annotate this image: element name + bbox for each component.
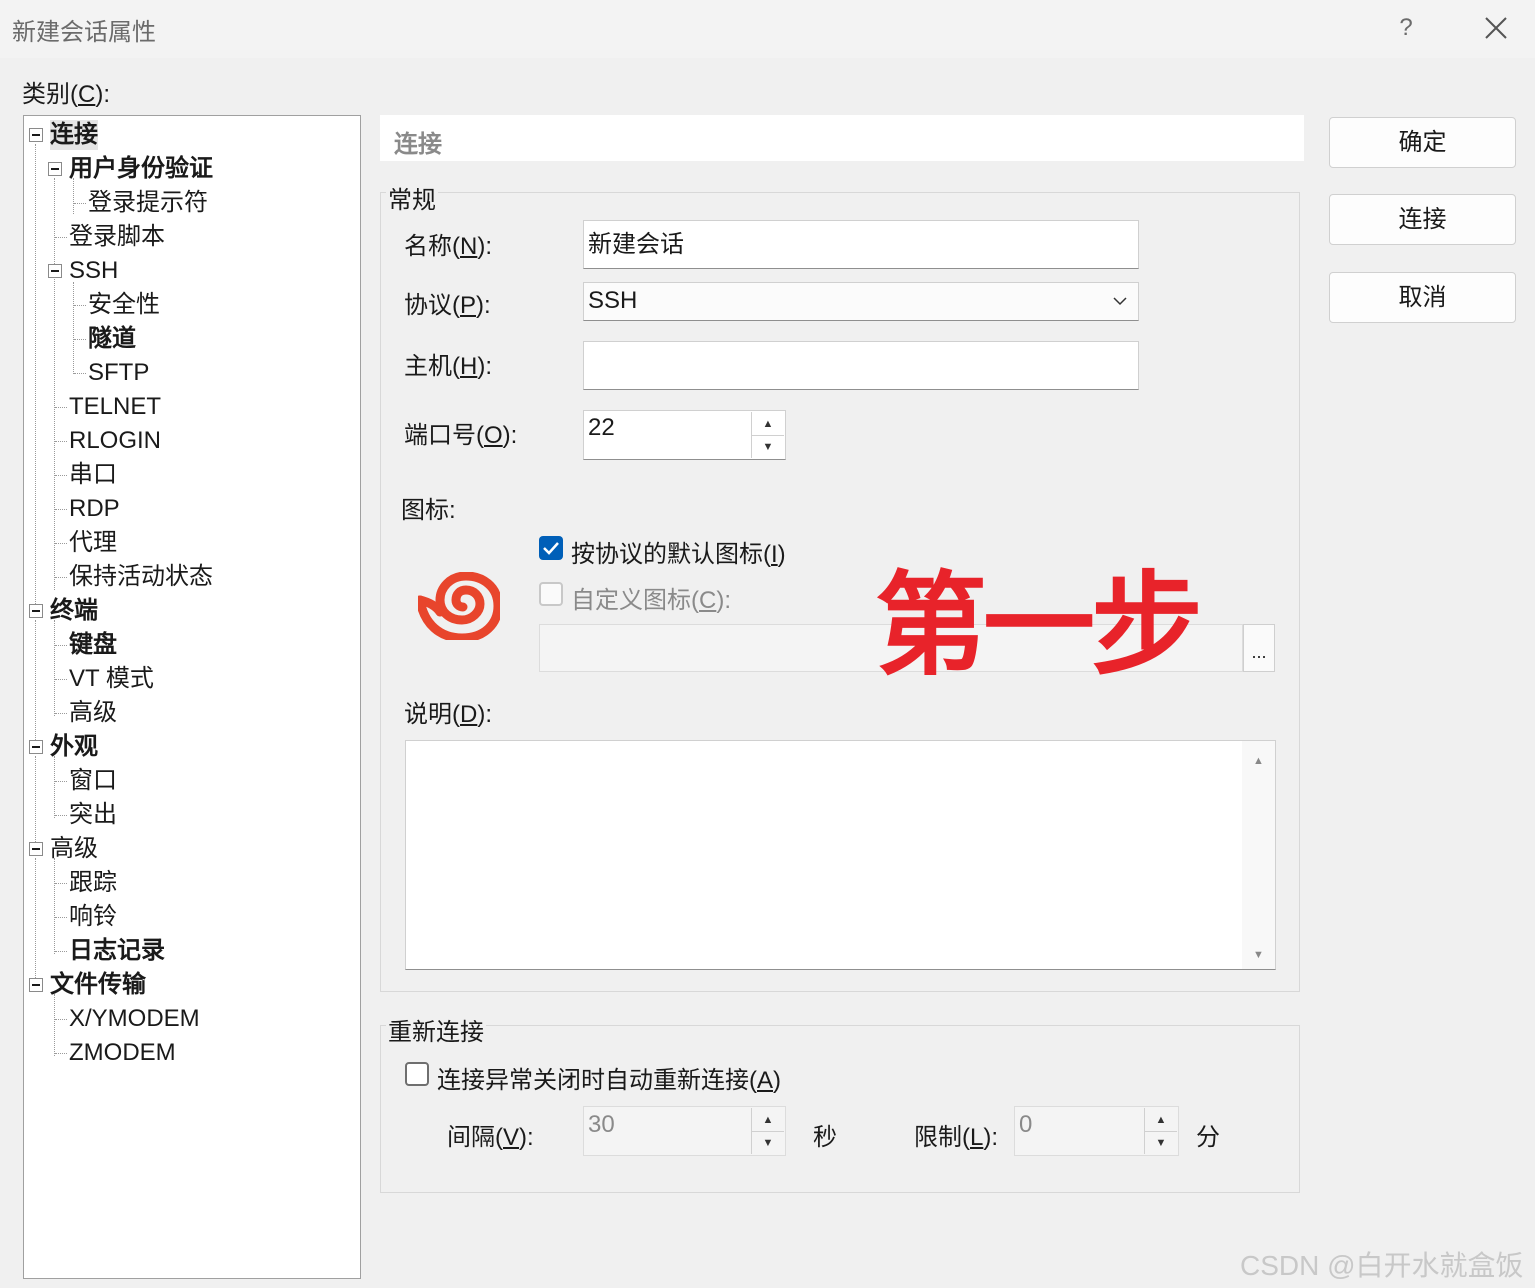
limit-stepper[interactable]: 0 ▲ ▼: [1014, 1106, 1179, 1156]
protocol-select[interactable]: SSH: [583, 282, 1139, 321]
scroll-down-icon[interactable]: ▼: [1253, 949, 1264, 961]
tree-collapse-toggle[interactable]: [48, 264, 62, 278]
protocol-shell-icon: [418, 572, 500, 640]
tree-item[interactable]: SSH: [69, 256, 118, 286]
name-label: 名称(N):: [404, 233, 493, 260]
tree-item[interactable]: 保持活动状态: [69, 562, 213, 592]
tree-item[interactable]: ZMODEM: [69, 1038, 176, 1068]
chevron-down-icon: [1113, 297, 1127, 306]
port-up-button[interactable]: ▲: [752, 412, 784, 436]
tree-item[interactable]: SFTP: [88, 358, 149, 388]
step-annotation: 第一步: [875, 561, 1203, 691]
tree-item[interactable]: 串口: [69, 460, 117, 490]
tree-collapse-toggle[interactable]: [29, 604, 43, 618]
ok-button[interactable]: 确定: [1329, 117, 1516, 168]
close-button[interactable]: [1474, 8, 1518, 48]
tree-item[interactable]: 代理: [69, 528, 117, 558]
description-textarea[interactable]: [405, 740, 1276, 970]
port-stepper[interactable]: 22 ▲ ▼: [583, 410, 786, 460]
tree-item[interactable]: 窗口: [69, 766, 117, 796]
tree-item[interactable]: 登录脚本: [69, 222, 165, 252]
tree-item[interactable]: 安全性: [88, 290, 160, 320]
check-icon: [543, 542, 559, 555]
tree-item[interactable]: 高级: [50, 834, 98, 864]
tree-item[interactable]: 响铃: [69, 902, 117, 932]
auto-reconnect-checkbox[interactable]: [405, 1062, 429, 1086]
close-icon: [1485, 17, 1507, 39]
tree-item[interactable]: 登录提示符: [88, 188, 208, 218]
tree-item[interactable]: 连接: [50, 120, 98, 150]
description-scrollbar[interactable]: ▲ ▼: [1242, 741, 1275, 969]
tree-item[interactable]: 隧道: [88, 324, 136, 354]
reconnect-group-title: 重新连接: [386, 1012, 486, 1047]
protocol-label: 协议(P):: [404, 292, 491, 319]
scroll-up-icon[interactable]: ▲: [1253, 755, 1264, 767]
description-label: 说明(D):: [404, 701, 493, 728]
help-button[interactable]: ?: [1386, 10, 1426, 46]
interval-value: 30: [588, 1111, 615, 1138]
host-label: 主机(H):: [404, 353, 493, 380]
browse-icon-button[interactable]: ...: [1243, 624, 1275, 672]
port-value: 22: [588, 414, 615, 441]
default-icon-label[interactable]: 按协议的默认图标(I): [571, 534, 786, 569]
tree-item[interactable]: TELNET: [69, 392, 161, 422]
tree-collapse-toggle[interactable]: [29, 978, 43, 992]
tree-item[interactable]: 跟踪: [69, 868, 117, 898]
interval-down-button[interactable]: ▼: [752, 1131, 784, 1154]
panel-header-title: 连接: [394, 131, 442, 158]
limit-unit: 分: [1196, 1124, 1220, 1151]
category-tree[interactable]: 连接用户身份验证登录提示符登录脚本 SSH 安全性隧道 SFTP TELNET RLOGI…: [23, 115, 361, 1279]
tree-item[interactable]: 外观: [50, 732, 98, 762]
tree-item[interactable]: RDP: [69, 494, 120, 524]
connect-button[interactable]: 连接: [1329, 194, 1516, 245]
auto-reconnect-label[interactable]: 连接异常关闭时自动重新连接(A): [437, 1060, 781, 1095]
limit-label: 限制(L):: [914, 1124, 999, 1151]
category-label: 类别(C):: [22, 81, 111, 108]
tree-item[interactable]: 突出: [69, 800, 117, 830]
watermark: CSDN @白开水就盒饭: [1240, 1250, 1524, 1281]
tree-collapse-toggle[interactable]: [29, 842, 43, 856]
window-title: 新建会话属性: [12, 19, 156, 46]
tree-collapse-toggle[interactable]: [29, 740, 43, 754]
interval-up-button[interactable]: ▲: [752, 1108, 784, 1132]
cancel-button[interactable]: 取消: [1329, 272, 1516, 323]
tree-item[interactable]: X/YMODEM: [69, 1004, 200, 1034]
general-group-title: 常规: [386, 180, 438, 215]
limit-value: 0: [1019, 1111, 1033, 1138]
tree-collapse-toggle[interactable]: [48, 162, 62, 176]
tree-item[interactable]: 高级: [69, 698, 117, 728]
tree-collapse-toggle[interactable]: [29, 128, 43, 142]
host-input[interactable]: [583, 341, 1139, 390]
limit-down-button[interactable]: ▼: [1145, 1131, 1177, 1154]
custom-icon-label[interactable]: 自定义图标(C):: [571, 580, 731, 615]
name-input[interactable]: 新建会话: [583, 220, 1139, 269]
icon-label: 图标:: [401, 497, 456, 524]
limit-up-button[interactable]: ▲: [1145, 1108, 1177, 1132]
tree-item[interactable]: RLOGIN: [69, 426, 161, 456]
port-label: 端口号(O):: [404, 422, 518, 449]
interval-label: 间隔(V):: [447, 1124, 534, 1151]
interval-stepper[interactable]: 30 ▲ ▼: [583, 1106, 786, 1156]
title-bar: [0, 0, 1535, 58]
protocol-value: SSH: [588, 287, 638, 314]
tree-item[interactable]: 用户身份验证: [69, 154, 213, 184]
tree-item[interactable]: VT 模式: [69, 664, 154, 694]
tree-item[interactable]: 键盘: [69, 630, 117, 660]
custom-icon-checkbox[interactable]: [539, 582, 563, 606]
tree-item[interactable]: 文件传输: [50, 970, 146, 1000]
panel-header: [380, 115, 1304, 161]
interval-unit: 秒: [813, 1124, 837, 1151]
default-icon-checkbox[interactable]: [539, 536, 563, 560]
tree-item[interactable]: 日志记录: [69, 936, 165, 966]
tree-item[interactable]: 终端: [50, 596, 98, 626]
port-down-button[interactable]: ▼: [752, 435, 784, 458]
